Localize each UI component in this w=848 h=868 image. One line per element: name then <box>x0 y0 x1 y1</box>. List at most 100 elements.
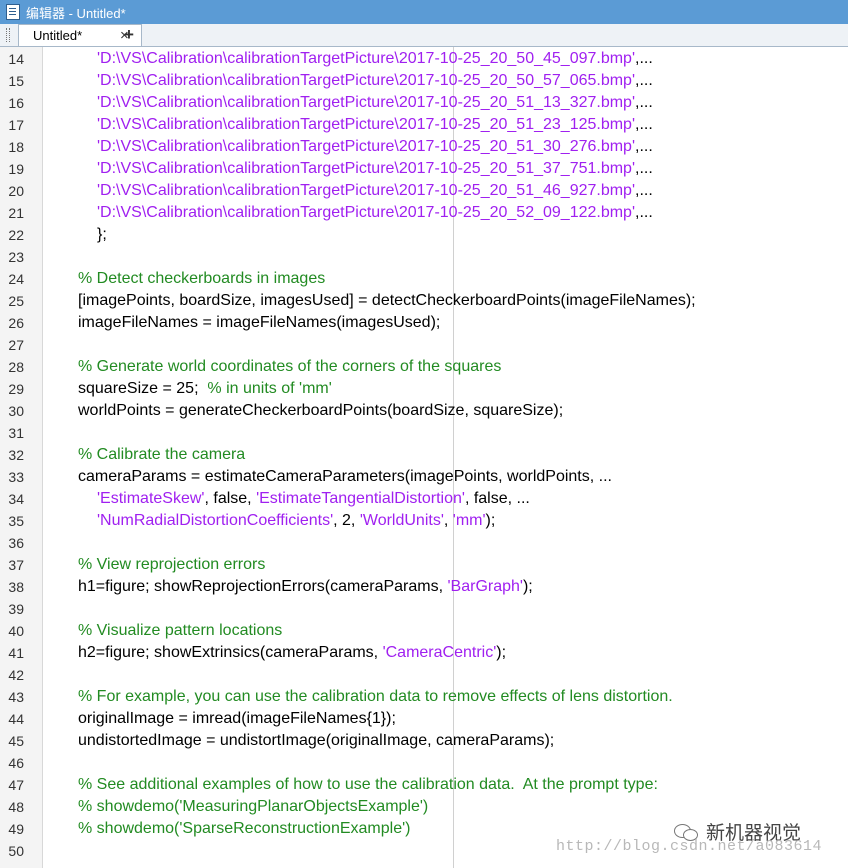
code-text: % For example, you can use the calibrati… <box>78 686 673 708</box>
code-token: squareSize = 25; <box>78 380 208 397</box>
code-line[interactable]: 25 [imagePoints, boardSize, imagesUsed] =… <box>0 290 848 312</box>
watermark-url: http://blog.csdn.net/a083614 <box>556 838 823 855</box>
code-text: 'D:\VS\Calibration\calibrationTargetPict… <box>97 136 653 158</box>
line-number: 37 <box>8 557 24 573</box>
code-line[interactable]: 31 <box>0 422 848 444</box>
line-number: 34 <box>8 491 24 507</box>
code-line[interactable]: 35 'NumRadialDistortionCoefficients', 2, … <box>0 510 848 532</box>
code-token: ,... <box>635 50 653 67</box>
code-line[interactable]: 19 'D:\VS\Calibration\calibrationTargetPi… <box>0 158 848 180</box>
line-number: 27 <box>8 337 24 353</box>
code-text: 'D:\VS\Calibration\calibrationTargetPict… <box>97 92 653 114</box>
comment-text: % Detect checkerboards in images <box>78 270 326 287</box>
string-literal: 'D:\VS\Calibration\calibrationTargetPict… <box>97 50 636 67</box>
line-number: 47 <box>8 777 24 793</box>
code-text: }; <box>97 224 107 246</box>
line-number: 21 <box>8 205 24 221</box>
string-literal: 'CameraCentric' <box>382 644 497 661</box>
code-text: 'D:\VS\Calibration\calibrationTargetPict… <box>97 180 653 202</box>
code-text: worldPoints = generateCheckerboardPoints… <box>78 400 563 422</box>
code-line[interactable]: 14 'D:\VS\Calibration\calibrationTargetPi… <box>0 48 848 70</box>
code-line[interactable]: 20 'D:\VS\Calibration\calibrationTargetPi… <box>0 180 848 202</box>
code-text: 'D:\VS\Calibration\calibrationTargetPict… <box>97 202 653 224</box>
code-text: % showdemo('SparseReconstructionExample'… <box>78 818 410 840</box>
code-line[interactable]: 29 squareSize = 25; % in units of 'mm' <box>0 378 848 400</box>
comment-text: % View reprojection errors <box>78 556 266 573</box>
code-editor[interactable]: 14 'D:\VS\Calibration\calibrationTargetPi… <box>0 47 848 868</box>
line-number: 40 <box>8 623 24 639</box>
line-number: 18 <box>8 139 24 155</box>
code-line[interactable]: 37 % View reprojection errors <box>0 554 848 576</box>
tab-bar: Untitled* × + <box>0 24 848 47</box>
code-line[interactable]: 48 % showdemo('MeasuringPlanarObjectsExam… <box>0 796 848 818</box>
line-number: 45 <box>8 733 24 749</box>
code-token: ); <box>522 578 533 595</box>
code-line[interactable]: 39 <box>0 598 848 620</box>
code-line[interactable]: 30 worldPoints = generateCheckerboardPoin… <box>0 400 848 422</box>
code-token: [imagePoints, boardSize, imagesUsed] = d… <box>78 292 696 309</box>
code-token: imageFileNames = imageFileNames(imagesUs… <box>78 314 441 331</box>
code-line[interactable]: 22}; <box>0 224 848 246</box>
code-token: ,... <box>635 138 653 155</box>
code-token: originalImage = imread(imageFileNames{1}… <box>78 710 396 727</box>
line-number: 29 <box>8 381 24 397</box>
string-literal: 'D:\VS\Calibration\calibrationTargetPict… <box>97 160 636 177</box>
code-text: 'D:\VS\Calibration\calibrationTargetPict… <box>97 158 653 180</box>
code-line[interactable]: 43 % For example, you can use the calibra… <box>0 686 848 708</box>
code-text: squareSize = 25; % in units of 'mm' <box>78 378 332 400</box>
code-line[interactable]: 32 % Calibrate the camera <box>0 444 848 466</box>
line-number: 48 <box>8 799 24 815</box>
editor-app-icon <box>6 4 20 20</box>
code-token: ,... <box>635 94 653 111</box>
comment-text: % in units of 'mm' <box>207 380 332 397</box>
code-token: worldPoints = generateCheckerboardPoints… <box>78 402 564 419</box>
line-number: 32 <box>8 447 24 463</box>
code-line[interactable]: 24 % Detect checkerboards in images <box>0 268 848 290</box>
add-tab-button[interactable]: + <box>118 25 140 45</box>
code-line[interactable]: 34 'EstimateSkew', false, 'EstimateTangen… <box>0 488 848 510</box>
code-text: h2=figure; showExtrinsics(cameraParams, … <box>78 642 506 664</box>
line-number: 23 <box>8 249 24 265</box>
code-line[interactable]: 17 'D:\VS\Calibration\calibrationTargetPi… <box>0 114 848 136</box>
code-token: , 2, <box>333 512 360 529</box>
line-number: 44 <box>8 711 24 727</box>
code-line[interactable]: 41 h2=figure; showExtrinsics(cameraParams… <box>0 642 848 664</box>
code-line[interactable]: 47 % See additional examples of how to us… <box>0 774 848 796</box>
code-line[interactable]: 42 <box>0 664 848 686</box>
code-line[interactable]: 21 'D:\VS\Calibration\calibrationTargetPi… <box>0 202 848 224</box>
code-text: 'NumRadialDistortionCoefficients', 2, 'W… <box>97 510 495 532</box>
code-line[interactable]: 40 % Visualize pattern locations <box>0 620 848 642</box>
line-number: 22 <box>8 227 24 243</box>
code-line[interactable]: 15 'D:\VS\Calibration\calibrationTargetPi… <box>0 70 848 92</box>
code-token: ,... <box>635 182 653 199</box>
line-number: 28 <box>8 359 24 375</box>
comment-text: % showdemo('SparseReconstructionExample'… <box>78 820 411 837</box>
code-text: % See additional examples of how to use … <box>78 774 658 796</box>
code-line[interactable]: 33 cameraParams = estimateCameraParameter… <box>0 466 848 488</box>
line-number: 42 <box>8 667 24 683</box>
code-line[interactable]: 45 undistortedImage = undistortImage(orig… <box>0 730 848 752</box>
string-literal: 'D:\VS\Calibration\calibrationTargetPict… <box>97 116 636 133</box>
line-number: 35 <box>8 513 24 529</box>
code-line[interactable]: 23 <box>0 246 848 268</box>
code-line[interactable]: 44 originalImage = imread(imageFileNames{… <box>0 708 848 730</box>
code-token: cameraParams = estimateCameraParameters(… <box>78 468 612 485</box>
code-line[interactable]: 26 imageFileNames = imageFileNames(images… <box>0 312 848 334</box>
tab-grip-handle[interactable] <box>6 28 10 42</box>
code-text: 'D:\VS\Calibration\calibrationTargetPict… <box>97 114 653 136</box>
code-text: undistortedImage = undistortImage(origin… <box>78 730 554 752</box>
code-line[interactable]: 16 'D:\VS\Calibration\calibrationTargetPi… <box>0 92 848 114</box>
code-line[interactable]: 28 % Generate world coordinates of the co… <box>0 356 848 378</box>
code-line[interactable]: 46 <box>0 752 848 774</box>
string-literal: 'EstimateSkew' <box>97 490 205 507</box>
code-line[interactable]: 27 <box>0 334 848 356</box>
line-number: 16 <box>8 95 24 111</box>
code-line[interactable]: 18 'D:\VS\Calibration\calibrationTargetPi… <box>0 136 848 158</box>
line-number: 38 <box>8 579 24 595</box>
comment-text: % Calibrate the camera <box>78 446 246 463</box>
code-line[interactable]: 36 <box>0 532 848 554</box>
code-text: % Visualize pattern locations <box>78 620 282 642</box>
string-literal: 'D:\VS\Calibration\calibrationTargetPict… <box>97 182 636 199</box>
code-line[interactable]: 38 h1=figure; showReprojectionErrors(came… <box>0 576 848 598</box>
code-text: h1=figure; showReprojectionErrors(camera… <box>78 576 533 598</box>
